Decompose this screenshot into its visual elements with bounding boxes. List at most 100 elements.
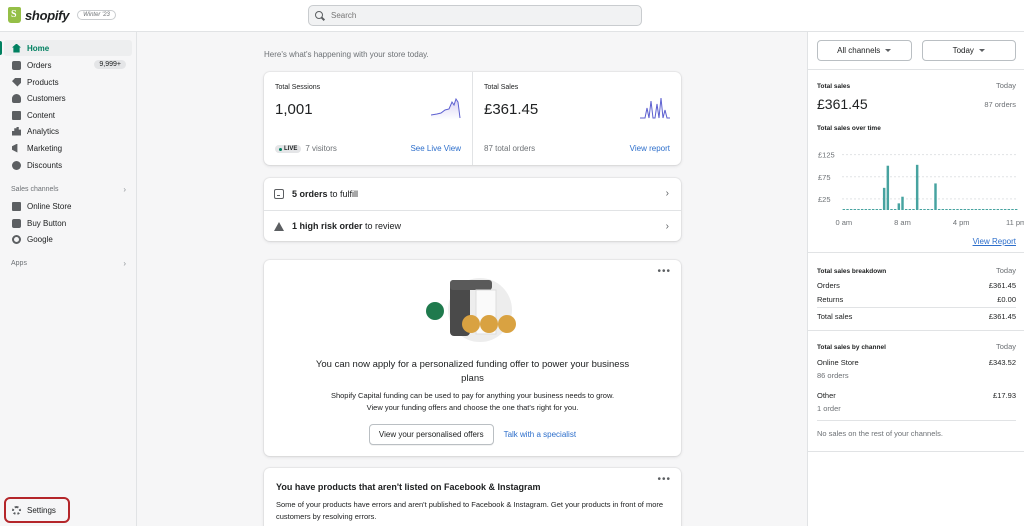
total-sales-value: £361.45 [817,96,868,112]
view-report-link[interactable]: View report [630,144,670,153]
total-sales-section: Total sales Today £361.45 87 orders Tota… [808,70,1024,253]
more-actions-icon[interactable]: ••• [657,266,671,277]
sessions-sparkline [431,97,461,120]
x-tick-label: 4 pm [953,218,970,227]
bar-chart-icon [12,126,21,136]
more-actions-icon[interactable]: ••• [657,474,671,485]
breakdown-header: Total sales breakdown Today [817,266,1016,275]
breakdown-divider [817,307,1016,308]
capital-illustration [426,278,516,342]
caret-down-icon [978,49,985,52]
sidebar-item-marketing[interactable]: Marketing [4,140,132,156]
sidebar-item-analytics[interactable]: Analytics [4,123,132,139]
sales-bar [934,183,937,210]
sales-bar [919,209,923,210]
shopify-logo[interactable]: shopify Winter '23 [8,7,116,23]
sales-bar [868,209,871,210]
sessions-footer: LIVE 7 visitors See Live View [275,144,461,153]
todo-rest: to fulfill [327,188,359,199]
sales-footer: 87 total orders View report [484,144,670,153]
x-tick-label: 11 pm [1006,218,1024,227]
search-input[interactable] [331,11,631,20]
brand-name: shopify [25,7,70,23]
sidebar-item-label: Home [27,43,50,53]
sales-bar [981,209,985,210]
total-orders: 87 total orders [484,144,536,153]
todo-bold: 5 orders [292,188,328,199]
sales-sparkline [640,97,670,119]
total-sales-values: £361.45 87 orders [817,96,1016,112]
sales-bar [945,209,948,210]
gold-coin-icon [480,315,498,333]
view-personalised-offers-button[interactable]: View your personalised offers [368,424,494,445]
sidebar-item-label: Customers [27,93,66,103]
sales-channels-heading[interactable]: Sales channels › [11,185,126,194]
sales-bar [912,209,915,210]
breakdown-value: £0.00 [997,295,1016,304]
sales-bar [1007,209,1011,210]
sales-bar [901,196,904,210]
orders-to-fulfill-row[interactable]: 5 orders to fulfill › [264,178,681,209]
sidebar-item-home[interactable]: Home [0,40,132,56]
sales-bar [1003,209,1007,210]
page-intro: Here's what's happening with your store … [264,50,429,59]
sidebar-item-google[interactable]: Google [4,231,132,247]
chevron-right-icon: › [665,188,669,199]
sidebar: Home Orders 9,999+ Products Customers Co… [0,32,137,526]
person-icon [12,93,21,103]
by-channel-heading: Total sales by channel [817,344,886,351]
promo-title: You can now apply for a personalized fun… [315,359,630,384]
channel-row: Online Store £343.52 [817,358,1016,367]
sidebar-item-label: Google [27,234,53,244]
sales-bar [853,209,857,210]
sales-bar [926,209,930,210]
sales-by-channel-section: Total sales by channel Today Online Stor… [808,332,1024,452]
channel-orders-row: 1 order [817,404,1016,413]
see-live-view-link[interactable]: See Live View [410,144,461,153]
panel-filters: All channels Today [808,32,1024,70]
breakdown-row: Returns £0.00 [817,295,1016,304]
apps-heading[interactable]: Apps › [11,259,126,268]
sales-bar [893,209,897,210]
sidebar-item-label: Discounts [27,160,63,170]
talk-with-specialist-link[interactable]: Talk with a specialist [504,430,576,439]
date-filter-dropdown[interactable]: Today [921,40,1016,61]
todo-text: 5 orders to fulfill [292,189,358,199]
sidebar-item-orders[interactable]: Orders 9,999+ [4,57,132,73]
promo-actions: View your personalised offers Talk with … [264,424,681,445]
chart-title-row: Total sales over time [817,125,1016,132]
warning-icon [274,221,284,231]
sidebar-item-online-store[interactable]: Online Store [4,198,132,214]
sales-bar [992,209,996,210]
sidebar-item-buy-button[interactable]: Buy Button [4,215,132,231]
channel-filter-dropdown[interactable]: All channels [817,40,912,61]
gold-coin-icon [498,315,516,333]
content-icon [12,110,21,120]
sales-breakdown-section: Total sales breakdown Today Orders £361.… [808,254,1024,331]
x-tick-label: 8 am [894,218,911,227]
sidebar-item-discounts[interactable]: Discounts [4,157,132,173]
sales-bar [1000,209,1003,210]
sales-bar [941,209,945,210]
sales-label: Total Sales [484,84,519,91]
high-risk-order-row[interactable]: 1 high risk order to review › [264,210,681,241]
megaphone-icon [12,143,18,153]
by-channel-period: Today [995,342,1016,351]
promo-body: Shopify Capital funding can be used to p… [330,391,615,412]
fb-card-title: You have products that aren't listed on … [276,482,541,492]
channel-filter-label: All channels [837,46,881,55]
download-box-icon [274,188,284,199]
facebook-instagram-card: ••• You have products that aren't listed… [264,468,681,526]
breakdown-label: Returns [817,295,844,304]
sidebar-item-settings[interactable]: Settings [4,497,70,523]
sales-bar [937,209,941,210]
sales-bar [875,209,879,210]
green-coin-icon [426,302,444,320]
view-report-chart-link[interactable]: View Report [973,237,1016,246]
sales-bar [978,209,981,210]
sidebar-item-customers[interactable]: Customers [4,90,132,106]
sidebar-item-products[interactable]: Products [4,74,132,90]
search-bar[interactable] [308,5,642,26]
y-tick-label: £25 [818,195,831,204]
sidebar-item-content[interactable]: Content [4,107,132,123]
